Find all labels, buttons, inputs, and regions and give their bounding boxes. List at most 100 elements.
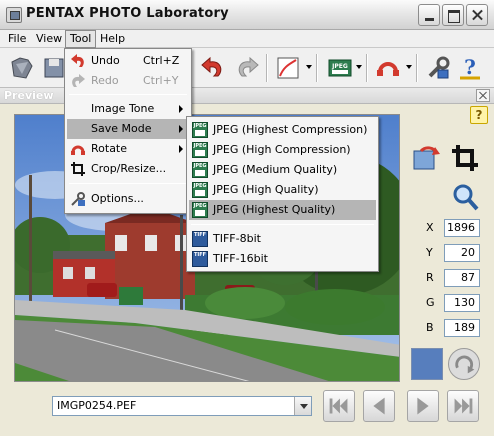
next-image-icon[interactable] bbox=[407, 390, 439, 422]
crop-resize-label: Crop/Resize... bbox=[91, 162, 167, 175]
tool-menu: Undo Ctrl+Z Redo Ctrl+Y Image Tone Save … bbox=[64, 48, 192, 214]
app-icon[interactable] bbox=[6, 7, 22, 23]
menu-item-image-tone[interactable]: Image Tone bbox=[67, 99, 189, 119]
menu-item-jpeg-medium-quality[interactable]: JPEG JPEG (Medium Quality) bbox=[189, 160, 376, 180]
svg-text:JPEG: JPEG bbox=[331, 63, 348, 70]
menu-view[interactable]: View bbox=[32, 31, 66, 47]
jpeg-high-compression-label: JPEG (High Compression) bbox=[213, 143, 351, 156]
svg-text:?: ? bbox=[464, 55, 476, 79]
menu-item-crop-resize[interactable]: Crop/Resize... bbox=[67, 159, 189, 179]
settings-tools-icon[interactable] bbox=[424, 54, 452, 82]
menu-item-tiff-8bit[interactable]: TIFF TIFF-8bit bbox=[189, 229, 376, 249]
toolbar-separator bbox=[366, 54, 368, 82]
last-image-icon[interactable] bbox=[447, 390, 479, 422]
menu-item-tiff-16bit[interactable]: TIFF TIFF-16bit bbox=[189, 249, 376, 269]
submenu-arrow-icon bbox=[179, 105, 183, 113]
preview-title: Preview bbox=[4, 89, 54, 102]
jpeg-save-mode-icon[interactable]: JPEG bbox=[326, 54, 354, 82]
toolbar-separator bbox=[266, 54, 268, 82]
b-value: 189 bbox=[444, 319, 480, 337]
menu-item-jpeg-high-compression[interactable]: JPEG JPEG (High Compression) bbox=[189, 140, 376, 160]
jpeg-icon: JPEG bbox=[192, 122, 208, 138]
rotate-dropdown-icon[interactable] bbox=[406, 65, 412, 69]
rotate-preview-icon[interactable] bbox=[411, 143, 441, 173]
undo-toolbar-icon[interactable] bbox=[198, 54, 226, 82]
maximize-button[interactable] bbox=[442, 4, 464, 26]
x-value: 1896 bbox=[444, 219, 480, 237]
jpeg-icon: JPEG bbox=[192, 202, 208, 218]
menu-separator bbox=[69, 94, 187, 95]
color-swatch bbox=[411, 348, 443, 380]
menu-separator bbox=[69, 183, 187, 184]
menu-item-jpeg-high-quality[interactable]: JPEG JPEG (High Quality) bbox=[189, 180, 376, 200]
menu-file[interactable]: File bbox=[4, 31, 30, 47]
undo-icon bbox=[71, 54, 84, 67]
crop-preview-icon[interactable] bbox=[450, 143, 480, 173]
help-toolbar-icon[interactable]: ? bbox=[456, 54, 484, 82]
menu-item-options[interactable]: Options... bbox=[67, 189, 189, 209]
y-value: 20 bbox=[444, 244, 480, 262]
toolbar-separator bbox=[416, 54, 418, 82]
submenu-arrow-icon bbox=[179, 125, 183, 133]
r-label: R bbox=[426, 271, 434, 284]
window-title: PENTAX PHOTO Laboratory bbox=[26, 6, 229, 21]
undo-shortcut: Ctrl+Z bbox=[143, 54, 180, 67]
crop-icon bbox=[71, 162, 85, 176]
jpeg-icon: JPEG bbox=[192, 142, 208, 158]
save-mode-label: Save Mode bbox=[91, 122, 152, 135]
g-value: 130 bbox=[444, 294, 480, 312]
previous-image-icon[interactable] bbox=[363, 390, 395, 422]
file-selector[interactable]: IMGP0254.PEF bbox=[52, 396, 312, 416]
submenu-arrow-icon bbox=[179, 145, 183, 153]
image-tone-label: Image Tone bbox=[91, 102, 155, 115]
x-label: X bbox=[426, 221, 434, 234]
redo-toolbar-icon[interactable] bbox=[234, 54, 262, 82]
tiff-icon: TIFF bbox=[192, 231, 208, 247]
r-value: 87 bbox=[444, 269, 480, 287]
rotate-label: Rotate bbox=[91, 142, 128, 155]
menu-item-jpeg-highest-compression[interactable]: JPEG JPEG (Highest Compression) bbox=[189, 120, 376, 140]
menu-item-jpeg-highest-quality[interactable]: JPEG JPEG (Highest Quality) bbox=[189, 200, 376, 220]
zoom-icon[interactable] bbox=[450, 182, 480, 212]
options-label: Options... bbox=[91, 192, 144, 205]
chevron-down-icon[interactable] bbox=[294, 397, 311, 415]
tiff-icon: TIFF bbox=[192, 251, 208, 267]
b-label: B bbox=[426, 321, 434, 334]
menu-tool[interactable]: Tool bbox=[65, 30, 97, 48]
y-label: Y bbox=[426, 246, 433, 259]
tone-curve-dropdown-icon[interactable] bbox=[306, 65, 312, 69]
menu-item-undo[interactable]: Undo Ctrl+Z bbox=[67, 51, 189, 71]
preview-close-button[interactable] bbox=[476, 89, 490, 102]
title-bar: PENTAX PHOTO Laboratory bbox=[0, 0, 494, 30]
undo-label: Undo bbox=[91, 54, 120, 67]
rotate-icon bbox=[71, 145, 85, 155]
refresh-icon[interactable] bbox=[448, 348, 480, 380]
first-image-icon[interactable] bbox=[323, 390, 355, 422]
menu-item-save-mode[interactable]: Save Mode bbox=[67, 119, 189, 139]
toolbar-separator bbox=[316, 54, 318, 82]
redo-icon bbox=[72, 74, 85, 87]
preview-help-button[interactable]: ? bbox=[470, 106, 488, 124]
save-mode-dropdown-icon[interactable] bbox=[356, 65, 362, 69]
minimize-button[interactable] bbox=[418, 4, 440, 26]
g-label: G bbox=[426, 296, 435, 309]
open-folder-icon[interactable] bbox=[8, 54, 36, 82]
options-icon bbox=[71, 192, 85, 206]
tiff-16bit-label: TIFF-16bit bbox=[213, 252, 268, 265]
redo-shortcut: Ctrl+Y bbox=[143, 74, 179, 87]
jpeg-highest-quality-label: JPEG (Highest Quality) bbox=[213, 203, 336, 216]
jpeg-high-quality-label: JPEG (High Quality) bbox=[213, 183, 319, 196]
save-mode-submenu: JPEG JPEG (Highest Compression) JPEG JPE… bbox=[186, 116, 379, 272]
redo-label: Redo bbox=[91, 74, 119, 87]
jpeg-highest-compression-label: JPEG (Highest Compression) bbox=[213, 123, 368, 136]
jpeg-medium-quality-label: JPEG (Medium Quality) bbox=[213, 163, 338, 176]
menu-item-rotate[interactable]: Rotate bbox=[67, 139, 189, 159]
tiff-8bit-label: TIFF-8bit bbox=[213, 232, 261, 245]
jpeg-icon: JPEG bbox=[192, 162, 208, 178]
rotate-toolbar-icon[interactable] bbox=[374, 54, 402, 82]
tone-curve-icon[interactable] bbox=[274, 54, 302, 82]
menu-help[interactable]: Help bbox=[96, 31, 129, 47]
menu-item-redo: Redo Ctrl+Y bbox=[67, 71, 189, 91]
menu-bar: File View Tool Help bbox=[0, 30, 494, 48]
close-button[interactable] bbox=[466, 4, 488, 26]
